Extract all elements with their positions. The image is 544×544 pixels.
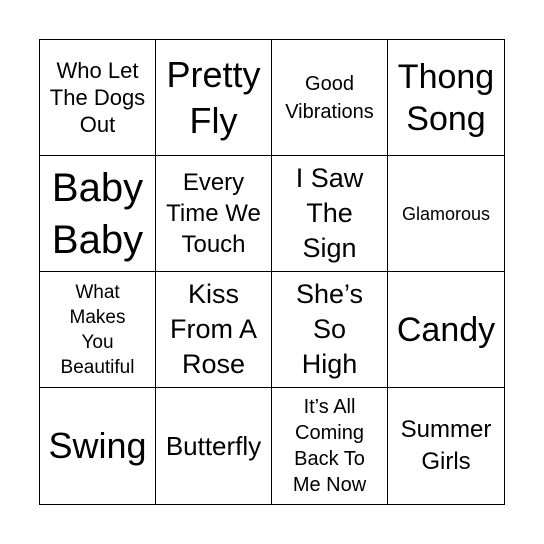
bingo-cell[interactable]: I Saw The Sign bbox=[272, 156, 388, 272]
bingo-cell[interactable]: Thong Song bbox=[388, 40, 504, 156]
cell-text-line: Vibrations bbox=[285, 100, 374, 123]
cell-text-line: Butterfly bbox=[165, 431, 262, 461]
cell-text-line: Summer bbox=[400, 416, 492, 443]
bingo-cell[interactable]: Swing bbox=[40, 388, 156, 504]
cell-text-line: Who Let bbox=[56, 58, 139, 83]
cell-text-line: Candy bbox=[396, 310, 496, 349]
cell-text-line: So bbox=[312, 314, 347, 344]
bingo-cell[interactable]: Who Let The Dogs Out bbox=[40, 40, 156, 156]
cell-text-line: The bbox=[306, 198, 353, 228]
cell-text-line: Baby bbox=[51, 165, 144, 210]
cell-text-line: Kiss bbox=[187, 279, 239, 309]
cell-text-line: Song bbox=[406, 99, 486, 138]
cell-text-line: Girls bbox=[421, 448, 471, 475]
cell-text-line: Sign bbox=[302, 233, 357, 263]
bingo-cell[interactable]: Baby Baby bbox=[40, 156, 156, 272]
bingo-cell[interactable]: Glamorous bbox=[388, 156, 504, 272]
cell-text-line: Back To bbox=[294, 448, 365, 470]
cell-text-line: Fly bbox=[189, 99, 238, 141]
bingo-cell[interactable]: Kiss From A Rose bbox=[156, 272, 272, 388]
cell-text-line: Baby bbox=[51, 217, 144, 262]
cell-text-line: Time We bbox=[166, 200, 261, 227]
cell-text-line: What bbox=[75, 281, 120, 303]
cell-text-line: Out bbox=[79, 112, 116, 137]
cell-text-line: Good bbox=[305, 72, 354, 95]
cell-text-line: The Dogs bbox=[49, 85, 146, 110]
cell-text-line: Glamorous bbox=[401, 203, 491, 224]
cell-text-line: Rose bbox=[181, 349, 246, 379]
cell-text-line: It’s All bbox=[303, 396, 356, 418]
cell-text-line: Touch bbox=[181, 231, 246, 258]
cell-text-line: Beautiful bbox=[60, 356, 135, 378]
cell-text-line: Swing bbox=[48, 425, 147, 466]
bingo-cell[interactable]: Butterfly bbox=[156, 388, 272, 504]
cell-text-line: Every bbox=[182, 169, 245, 196]
cell-text-line: Thong bbox=[397, 57, 495, 96]
bingo-cell[interactable]: Pretty Fly bbox=[156, 40, 272, 156]
cell-text-line: High bbox=[301, 349, 358, 379]
bingo-cell[interactable]: Good Vibrations bbox=[272, 40, 388, 156]
cell-text-line: Makes bbox=[69, 306, 126, 328]
cell-text-line: Coming bbox=[295, 422, 364, 444]
cell-text-line: From A bbox=[169, 314, 257, 344]
cell-text-line: Pretty bbox=[166, 53, 261, 95]
bingo-cell[interactable]: Candy bbox=[388, 272, 504, 388]
bingo-grid: Who Let The Dogs Out Pretty Fly Good Vibration… bbox=[39, 39, 505, 505]
bingo-cell[interactable]: She’s So High bbox=[272, 272, 388, 388]
bingo-cell[interactable]: It’s All Coming Back To Me Now bbox=[272, 388, 388, 504]
cell-text-line: I Saw bbox=[295, 163, 364, 193]
bingo-cell[interactable]: Summer Girls bbox=[388, 388, 504, 504]
bingo-cell[interactable]: What Makes You Beautiful bbox=[40, 272, 156, 388]
cell-text-line: Me Now bbox=[292, 474, 367, 496]
bingo-cell[interactable]: Every Time We Touch bbox=[156, 156, 272, 272]
cell-text-line: You bbox=[81, 331, 114, 353]
cell-text-line: She’s bbox=[295, 279, 364, 309]
